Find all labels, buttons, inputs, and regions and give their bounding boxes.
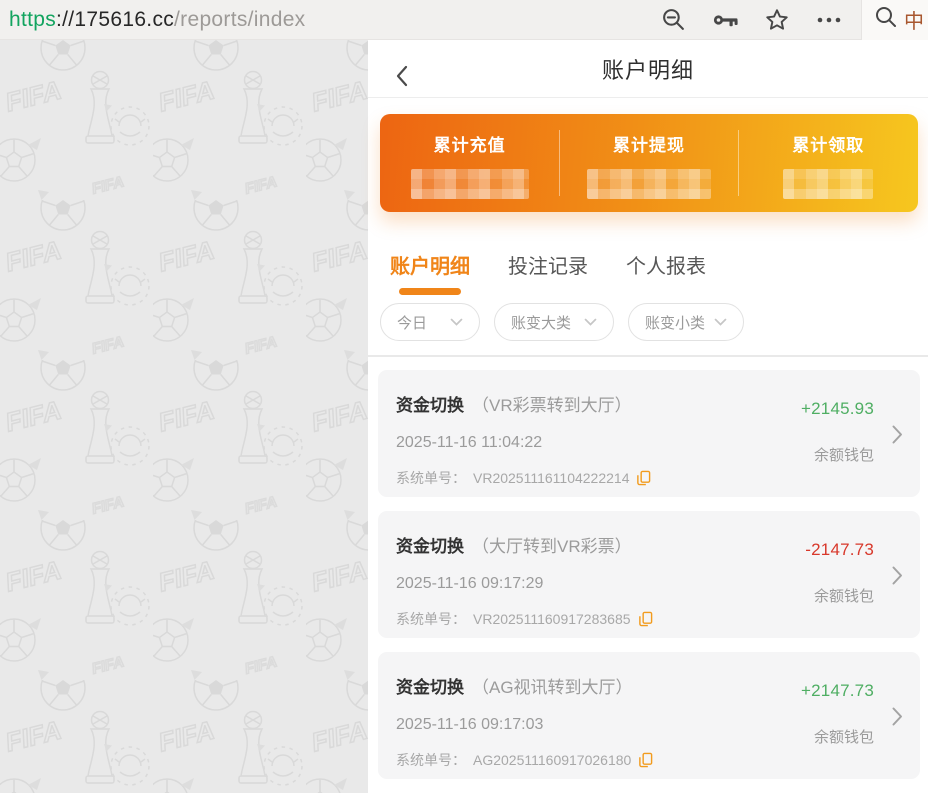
fifa-pattern-background: FIFA FIFA <box>0 40 368 793</box>
fifa-wallpaper: FIFA FIFA <box>0 40 368 793</box>
more-options-icon[interactable] <box>815 8 843 32</box>
transaction-amount: +2147.73 <box>801 681 874 701</box>
order-number: VR202511161104222214 <box>473 470 629 486</box>
wallet-label: 余额钱包 <box>801 726 874 747</box>
tab-account-detail[interactable]: 账户明细 <box>390 250 470 295</box>
transaction-amount-block: +2147.73 余额钱包 <box>801 681 874 747</box>
tab-bet-records[interactable]: 投注记录 <box>508 250 588 295</box>
masked-value <box>783 169 873 199</box>
url-scheme: https <box>9 8 56 31</box>
copy-icon[interactable] <box>638 611 653 627</box>
search-icon <box>874 5 898 34</box>
tab-personal-report[interactable]: 个人报表 <box>626 250 706 295</box>
order-number: VR202511160917283685 <box>473 611 631 627</box>
transaction-card[interactable]: 资金切换（AG视讯转到大厅） 2025-11-16 09:17:03 系统单号：… <box>378 652 920 779</box>
summary-label: 累计领取 <box>739 131 918 156</box>
browser-toolbar: https://175616.cc/reports/index <box>0 0 928 40</box>
copy-icon[interactable] <box>638 752 653 768</box>
order-number: AG202511160917026180 <box>473 752 631 768</box>
find-query-text: 中 <box>904 5 924 34</box>
chevron-down-icon <box>584 318 597 327</box>
summary-divider <box>559 130 560 196</box>
masked-value <box>587 169 711 199</box>
wallet-label: 余额钱包 <box>801 444 874 465</box>
summary-label: 累计提现 <box>559 131 738 156</box>
page-header: 账户明细 <box>368 40 928 98</box>
zoom-out-icon[interactable] <box>661 7 686 32</box>
tab-bar: 账户明细 投注记录 个人报表 <box>368 230 928 301</box>
chevron-right-icon[interactable] <box>892 566 903 590</box>
summary-total-withdraw: 累计提现 <box>559 114 738 212</box>
wallet-label: 余额钱包 <box>805 585 874 606</box>
transaction-order-row: 系统单号： VR202511161104222214 <box>396 468 876 488</box>
address-bar[interactable]: https://175616.cc/reports/index <box>0 8 661 32</box>
bookmark-star-icon[interactable] <box>764 7 790 33</box>
summary-total-claim: 累计领取 <box>739 114 918 212</box>
summary-section: 累计充值 累计提现 累计领取 <box>368 98 928 230</box>
transaction-card[interactable]: 资金切换 （大厅转到VR彩票） 2025-11-16 09:17:29 系统单号：… <box>378 511 920 638</box>
filter-label: 账变小类 <box>645 312 705 333</box>
back-icon[interactable] <box>392 64 412 93</box>
account-detail-panel: 账户明细 累计充值 累计提现 累计领取 <box>368 40 928 793</box>
chevron-down-icon <box>450 318 463 327</box>
transaction-type: 资金切换 <box>396 396 464 415</box>
filter-date-dropdown[interactable]: 今日 <box>380 303 480 341</box>
order-label: 系统单号： <box>396 468 466 488</box>
chevron-right-icon[interactable] <box>892 425 903 449</box>
filter-bar: 今日 账变大类 账变小类 <box>368 301 928 355</box>
transaction-order-row: 系统单号： VR202511160917283685 <box>396 609 876 629</box>
transaction-amount: -2147.73 <box>805 540 874 560</box>
url-path: /reports/index <box>174 8 305 31</box>
summary-total-deposit: 累计充值 <box>380 114 559 212</box>
url-host: ://175616.cc <box>56 8 174 31</box>
transaction-amount-block: +2145.93 余额钱包 <box>801 399 874 465</box>
transaction-list: 资金切换（VR彩票转到大厅） 2025-11-16 11:04:22 系统单号：… <box>368 357 928 793</box>
summary-label: 累计充值 <box>380 131 559 156</box>
tab-label: 个人报表 <box>626 256 706 278</box>
transaction-title: 资金切换 （大厅转到VR彩票） <box>396 532 876 557</box>
filter-label: 今日 <box>397 312 427 333</box>
order-label: 系统单号： <box>396 609 466 629</box>
transaction-amount-block: -2147.73 余额钱包 <box>805 540 874 606</box>
toolbar-icons <box>661 7 843 33</box>
transaction-time: 2025-11-16 09:17:29 <box>396 575 876 593</box>
filter-major-category-dropdown[interactable]: 账变大类 <box>494 303 614 341</box>
transaction-detail: （AG视讯转到大厅） <box>472 678 633 697</box>
password-key-icon[interactable] <box>711 8 739 32</box>
masked-value <box>411 169 529 199</box>
copy-icon[interactable] <box>636 470 651 486</box>
page-title: 账户明细 <box>602 53 694 85</box>
transaction-type: 资金切换 <box>396 537 464 556</box>
page-content: FIFA FIFA <box>0 40 928 793</box>
filter-label: 账变大类 <box>511 312 571 333</box>
filter-minor-category-dropdown[interactable]: 账变小类 <box>628 303 744 341</box>
transaction-amount: +2145.93 <box>801 399 874 419</box>
tab-label: 账户明细 <box>390 256 470 278</box>
order-label: 系统单号： <box>396 750 466 770</box>
transaction-detail: （大厅转到VR彩票） <box>472 537 632 556</box>
chevron-right-icon[interactable] <box>892 707 903 731</box>
summary-card: 累计充值 累计提现 累计领取 <box>380 114 918 212</box>
transaction-type: 资金切换 <box>396 678 464 697</box>
active-tab-underline <box>399 288 461 295</box>
transaction-detail: （VR彩票转到大厅） <box>472 396 632 415</box>
chevron-down-icon <box>714 318 727 327</box>
find-in-page-box[interactable]: 中 <box>861 0 928 40</box>
summary-divider <box>738 130 739 196</box>
transaction-order-row: 系统单号： AG202511160917026180 <box>396 750 876 770</box>
transaction-card[interactable]: 资金切换（VR彩票转到大厅） 2025-11-16 11:04:22 系统单号：… <box>378 370 920 497</box>
tab-label: 投注记录 <box>508 256 588 278</box>
